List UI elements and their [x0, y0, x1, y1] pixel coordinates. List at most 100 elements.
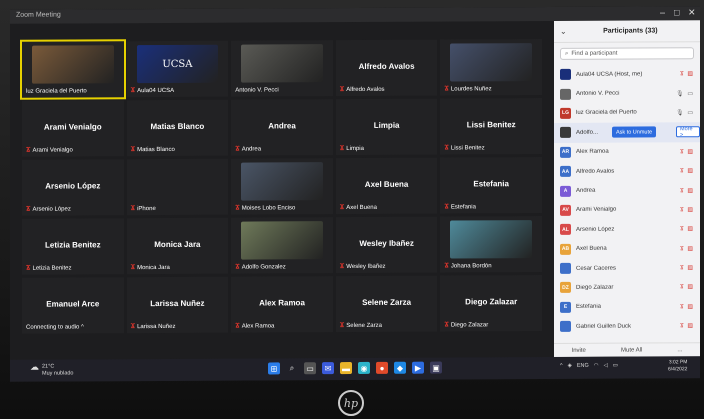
- tile-name-label: Ϫ Moises Lobo Enciso: [235, 204, 296, 212]
- mic-muted-icon: Ϫ: [130, 264, 136, 272]
- tile-name-label: Ϫ Arsenio López: [26, 205, 71, 213]
- network-icon[interactable]: ◈: [568, 363, 572, 369]
- participant-row[interactable]: Antonio V. Pecci 🎙 ▭: [554, 84, 700, 104]
- mute-all-button[interactable]: Mute All: [621, 347, 642, 353]
- video-tile[interactable]: Wesley Ibañez Ϫ Wesley Ibañez: [335, 216, 438, 274]
- mic-video-status-icon: Ϫ ▨: [680, 71, 694, 78]
- video-tile[interactable]: Matias Blanco Ϫ Matias Blanco: [126, 99, 229, 157]
- tile-label-text: Matias Blanco: [137, 146, 175, 153]
- minimize-button[interactable]: –: [660, 7, 665, 17]
- video-tile[interactable]: Antonio V. Pecci: [231, 40, 333, 97]
- video-tile[interactable]: Ϫ Adolfo Gonzalez: [231, 217, 333, 274]
- participant-row[interactable]: LG luz Graciela del Puerto 🎙 ▭: [554, 103, 700, 123]
- video-tile[interactable]: Alfredo Avalos Ϫ Alfredo Avalos: [335, 39, 438, 97]
- video-tile[interactable]: Lissi Benitez Ϫ Lissi Benitez: [440, 98, 542, 155]
- tile-display-name: Andrea: [268, 121, 296, 131]
- video-tile[interactable]: Selene Zarza Ϫ Selene Zarza: [335, 275, 438, 333]
- video-tile[interactable]: Ϫ Moises Lobo Enciso: [231, 158, 333, 215]
- participant-row[interactable]: DZ Diego Zalazar Ϫ ▨: [554, 277, 700, 297]
- participant-more-button[interactable]: More >: [676, 126, 700, 138]
- participant-video: [241, 162, 323, 201]
- invite-button[interactable]: Invite: [572, 347, 586, 353]
- video-tile[interactable]: ϪiPhone: [126, 158, 229, 216]
- participant-row[interactable]: AL Arsenio López Ϫ ▨: [554, 219, 700, 239]
- task-view-icon[interactable]: ▭: [304, 362, 316, 375]
- avatar: LG: [560, 107, 571, 119]
- video-tile[interactable]: Alex Ramoa Ϫ Alex Ramoa: [231, 276, 333, 333]
- participant-row[interactable]: AA Alfredo Avalos Ϫ ▨: [554, 161, 700, 181]
- avatar: [560, 88, 571, 100]
- participant-video: [450, 43, 532, 82]
- app-icon[interactable]: ▣: [430, 361, 442, 374]
- more-options-button[interactable]: ...: [677, 347, 682, 353]
- tile-name-label: Ϫ Selene Zarza: [340, 322, 382, 329]
- tray-chevron-icon[interactable]: ^: [560, 363, 563, 369]
- video-tile[interactable]: Limpia Ϫ Limpia: [335, 98, 438, 156]
- tile-label-text: Andrea: [241, 145, 262, 153]
- chrome-icon[interactable]: ●: [376, 361, 388, 374]
- mic-muted-icon: Ϫ: [26, 205, 31, 213]
- video-tile[interactable]: Arsenio López Ϫ Arsenio López: [22, 159, 124, 216]
- video-tile[interactable]: Emanuel Arce Connecting to audio ^: [22, 277, 124, 334]
- start-icon[interactable]: ⊞: [268, 362, 280, 375]
- participant-row[interactable]: Cesar Caceres Ϫ ▨: [554, 258, 700, 278]
- video-tile[interactable]: Ϫ Lourdes Nuñez: [440, 39, 542, 96]
- participant-name: Cesar Caceres: [576, 265, 617, 272]
- tile-name-label: Ϫ Letizia Benitez: [26, 264, 72, 272]
- video-tile[interactable]: Letizia Benitez Ϫ Letizia Benitez: [22, 218, 124, 275]
- participant-row[interactable]: AR Alex Ramoa Ϫ ▨: [554, 142, 700, 162]
- video-tile[interactable]: Monica Jara Ϫ Monica Jara: [126, 217, 229, 275]
- participant-row[interactable]: E Estefania Ϫ ▨: [554, 297, 700, 317]
- participant-row[interactable]: Gabriel Guillen Duck Ϫ ▨: [554, 316, 700, 336]
- collapse-chevron-icon[interactable]: ⌄: [560, 27, 567, 36]
- video-tile[interactable]: Estefania Ϫ Estefania: [440, 157, 542, 214]
- weather-widget[interactable]: ☁ 21°C Muy nublado: [30, 362, 74, 377]
- video-tile[interactable]: Arami Venialgo Ϫ Arami Venialgo: [22, 100, 124, 157]
- video-tile[interactable]: Axel Buena Ϫ Axel Buena: [335, 157, 438, 215]
- mic-video-status-icon: 🎙 ▭: [676, 90, 694, 97]
- video-tile[interactable]: luz Graciela del Puerto: [20, 39, 126, 100]
- tile-label-text: Adolfo Gonzalez: [241, 263, 286, 271]
- volume-icon[interactable]: ◁: [604, 363, 608, 369]
- participant-row[interactable]: Adolfo... Ask to Unmute More >: [554, 122, 700, 143]
- video-tile[interactable]: Ϫ Johana Bordón: [440, 216, 542, 273]
- video-tile[interactable]: UCSA Ϫ Aula04 UCSA: [126, 40, 229, 98]
- edge-icon[interactable]: ◉: [358, 361, 370, 374]
- participant-name: luz Graciela del Puerto: [576, 109, 637, 117]
- tile-label-text: Moises Lobo Enciso: [241, 204, 296, 212]
- participant-video: [450, 220, 532, 259]
- mic-video-status-icon: Ϫ ▨: [680, 148, 694, 156]
- search-icon: ⌕: [565, 50, 569, 57]
- video-tile[interactable]: Andrea Ϫ Andrea: [231, 99, 333, 156]
- tile-display-name: Arami Venialgo: [43, 122, 102, 133]
- mic-video-status-icon: Ϫ ▨: [680, 284, 694, 291]
- video-tile[interactable]: Larissa Nuñez Ϫ Larissa Nuñez: [126, 276, 229, 334]
- participant-row[interactable]: Aula04 UCSA (Host, me) Ϫ ▨: [554, 64, 700, 84]
- video-tile[interactable]: Diego Zalazar Ϫ Diego Zalazar: [440, 275, 542, 332]
- participant-name: Arami Venialgo: [576, 207, 617, 214]
- store-icon[interactable]: ◆: [394, 361, 406, 374]
- taskbar-apps: ⊞ ⌕ ▭ ✉ ▬ ◉ ● ◆ ▶ ▣: [268, 361, 442, 375]
- tile-name-label: luz Graciela del Puerto: [26, 88, 87, 94]
- tile-name-label: Ϫ Lourdes Nuñez: [444, 85, 491, 93]
- language-indicator[interactable]: ENG: [577, 363, 589, 369]
- tile-display-name: Alex Ramoa: [259, 298, 305, 308]
- zoom-icon[interactable]: ▶: [412, 361, 424, 374]
- mic-muted-icon: Ϫ: [235, 322, 240, 330]
- chat-icon[interactable]: ✉: [322, 362, 334, 375]
- participant-row[interactable]: A Andrea Ϫ ▨: [554, 181, 700, 201]
- wifi-icon[interactable]: ◠: [594, 363, 599, 369]
- mic-muted-icon: Ϫ: [235, 263, 240, 271]
- clock[interactable]: 3:02 PM 6/4/2022: [668, 359, 687, 373]
- participant-row[interactable]: AB Axel Buena Ϫ ▨: [554, 239, 700, 259]
- file-explorer-icon[interactable]: ▬: [340, 362, 352, 375]
- participant-row[interactable]: AV Arami Venialgo Ϫ ▨: [554, 200, 700, 220]
- ask-to-unmute-button[interactable]: Ask to Unmute: [612, 126, 657, 138]
- close-button[interactable]: ✕: [688, 7, 696, 18]
- battery-icon[interactable]: ▭: [613, 363, 618, 369]
- monitor-bezel: Zoom Meeting – □ ✕ luz Graciela del Puer…: [0, 0, 704, 419]
- participant-search-input[interactable]: ⌕ Find a participant: [560, 47, 694, 60]
- search-taskbar-icon[interactable]: ⌕: [286, 362, 298, 374]
- maximize-button[interactable]: □: [674, 7, 679, 17]
- mic-muted-icon: Ϫ: [444, 85, 449, 93]
